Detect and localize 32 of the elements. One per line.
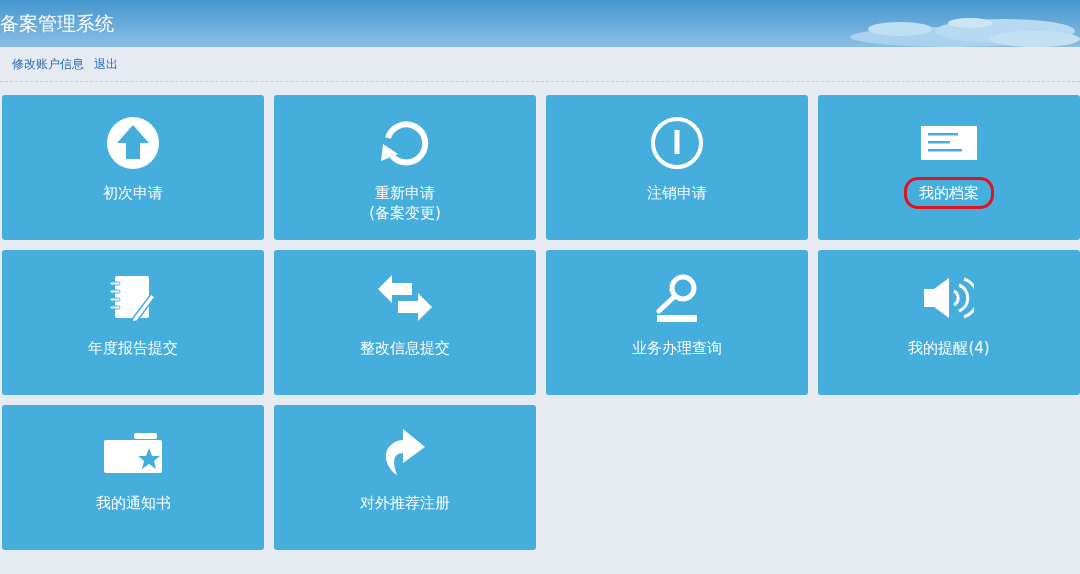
document-lines-icon [921, 126, 977, 160]
curved-arrow-icon [383, 429, 427, 477]
menu-tile[interactable]: 初次申请 [2, 95, 264, 240]
tile-label: 我的提醒(4) [908, 338, 990, 358]
system-title: 备案管理系统 [0, 14, 114, 33]
folder-star-icon [104, 433, 162, 473]
tile-label: 注销申请 [647, 183, 707, 203]
tile-label: 我的档案 [919, 183, 979, 203]
menu-tile[interactable]: 整改信息提交 [274, 250, 536, 395]
power-icon [650, 116, 704, 170]
speaker-icon [924, 277, 974, 319]
tile-label: 重新申请 [375, 183, 435, 203]
nav-link[interactable]: 退出 [94, 55, 118, 73]
tile-label: 我的通知书 [95, 493, 171, 513]
tile-label: 业务办理查询 [632, 338, 722, 358]
magnifier-icon [656, 273, 698, 323]
menu-tile[interactable]: 我的通知书 [2, 405, 264, 550]
menu-tile[interactable]: 注销申请 [546, 95, 808, 240]
menu-tile[interactable]: 我的提醒(4) [818, 250, 1080, 395]
menu-tile[interactable]: 我的档案 [818, 95, 1080, 240]
menu-tile[interactable]: 重新申请 (备案变更) [274, 95, 536, 240]
menu-tile[interactable]: 对外推荐注册 [274, 405, 536, 550]
notebook-pencil-icon [109, 274, 157, 322]
menu-tile[interactable]: 业务办理查询 [546, 250, 808, 395]
tile-label: 初次申请 [103, 183, 163, 203]
menu-tile[interactable]: 年度报告提交 [2, 250, 264, 395]
tile-label: 年度报告提交 [88, 338, 178, 358]
nav-link[interactable]: 修改账户信息 [12, 55, 84, 73]
tile-label: (备案变更) [369, 203, 441, 223]
tile-label: 整改信息提交 [360, 338, 450, 358]
swap-arrows-icon [378, 275, 432, 321]
tile-label: 对外推荐注册 [360, 493, 450, 513]
